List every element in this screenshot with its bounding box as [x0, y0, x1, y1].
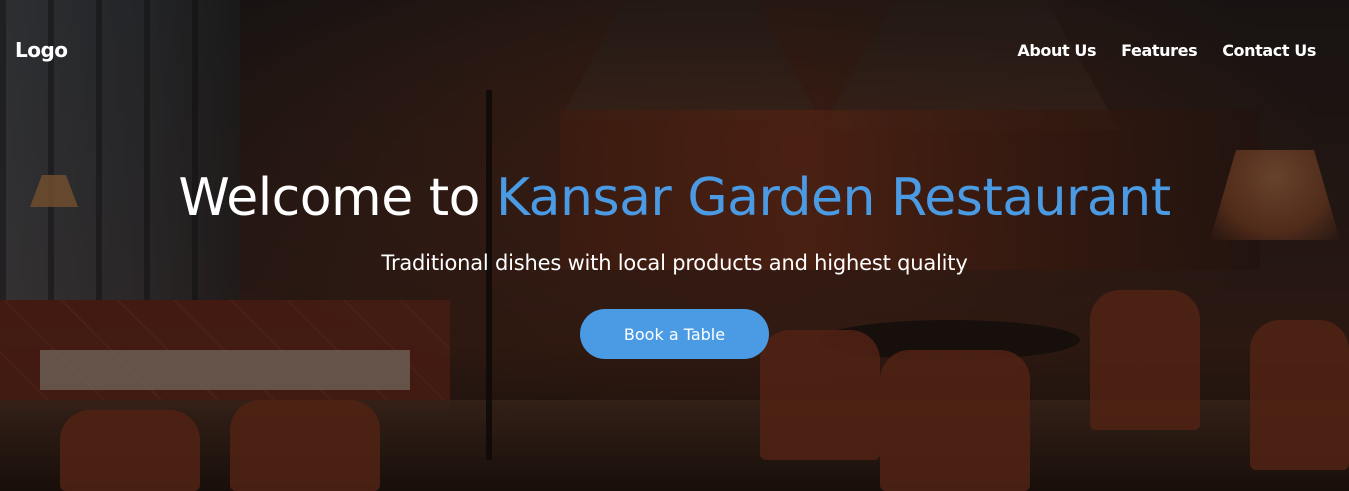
hero-content: Welcome to Kansar Garden Restaurant Trad…	[0, 0, 1349, 491]
hero-subtitle: Traditional dishes with local products a…	[381, 251, 968, 275]
hero-section: Logo About Us Features Contact Us Welcom…	[0, 0, 1349, 491]
book-table-button[interactable]: Book a Table	[580, 309, 769, 359]
headline-prefix: Welcome to	[178, 168, 496, 228]
headline-restaurant-name: Kansar Garden Restaurant	[495, 168, 1171, 228]
hero-headline: Welcome to Kansar Garden Restaurant	[0, 166, 1349, 230]
